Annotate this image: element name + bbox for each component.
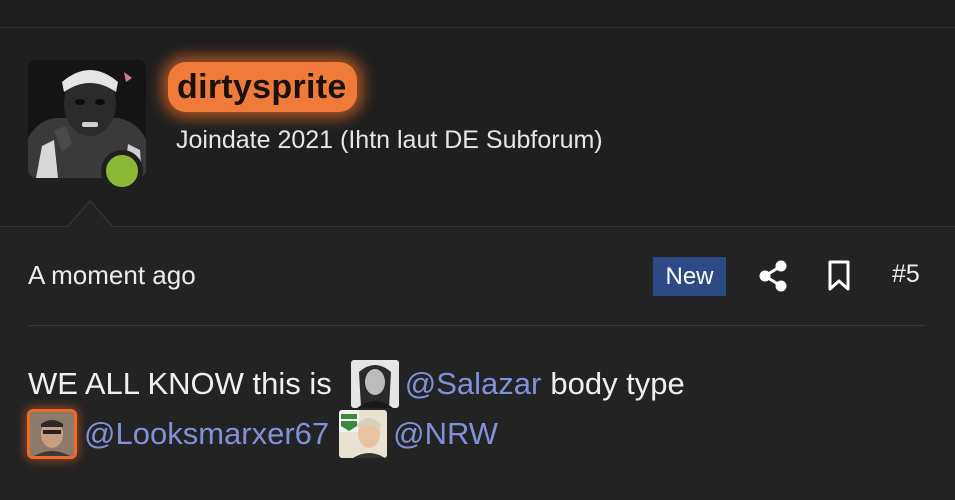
new-badge: New [653, 257, 726, 296]
mention-avatar-nrw[interactable] [339, 410, 388, 458]
user-title: Joindate 2021 (Ihtn laut DE Subforum) [176, 126, 603, 154]
post-content-line-2: @Looksmarxer67 @NRW [28, 408, 498, 460]
mention-avatar-salazar[interactable] [350, 360, 399, 408]
divider [28, 325, 925, 326]
header-pointer-fill [67, 202, 113, 228]
post-timestamp[interactable]: A moment ago [28, 260, 196, 291]
post-number[interactable]: #5 [892, 260, 920, 289]
mention-avatar-looksmarxer67[interactable] [30, 412, 74, 456]
username[interactable]: dirtysprite [168, 62, 357, 112]
mention-looksmarxer67[interactable]: @Looksmarxer67 [84, 416, 329, 452]
share-icon[interactable] [758, 259, 788, 293]
post-text: WE ALL KNOW this is [28, 366, 332, 401]
top-bar [0, 0, 955, 28]
post-content-line-1: WE ALL KNOW this is @Salazar body type [28, 358, 685, 410]
post-text-2: body type [550, 366, 685, 401]
bookmark-icon[interactable] [826, 259, 852, 293]
mention-salazar[interactable]: @Salazar [405, 366, 542, 402]
online-status-dot [101, 150, 143, 192]
mention-nrw[interactable]: @NRW [393, 416, 498, 452]
